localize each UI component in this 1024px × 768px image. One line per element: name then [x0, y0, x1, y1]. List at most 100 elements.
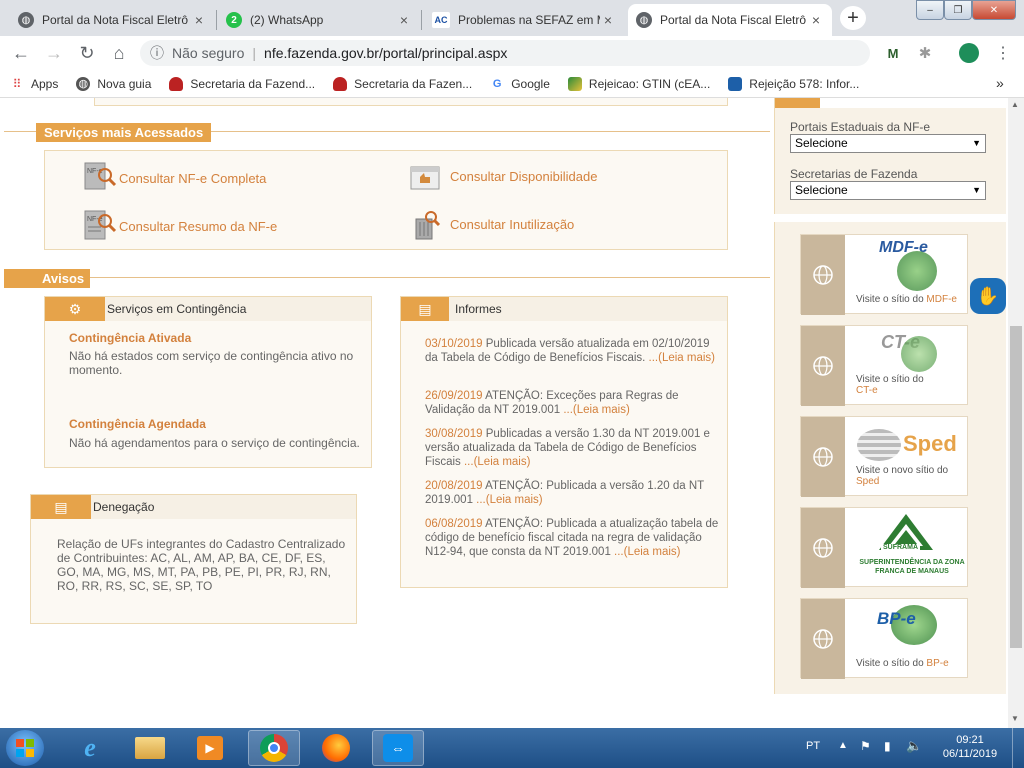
bookmark-rejeicao[interactable]: Rejeição 578: Infor... [728, 76, 859, 91]
sped-emblem [857, 429, 901, 461]
explorer-taskbar-button[interactable] [124, 730, 176, 766]
informes-panel: ▤ Informes 03/10/2019 Publicada versão a… [400, 296, 728, 588]
whatsapp-icon: 2 [226, 12, 242, 28]
bookmark-google[interactable]: G Google [490, 77, 550, 91]
leia-mais-link[interactable]: ...(Leia mais) [464, 456, 530, 468]
cte-visit-text: Visite o sítio do CT-e [856, 374, 924, 396]
extension-m-icon[interactable]: M [882, 42, 904, 64]
url-text[interactable]: nfe.fazenda.gov.br/portal/principal.aspx [264, 45, 507, 61]
accessibility-hands-icon[interactable]: ✋ [970, 278, 1006, 314]
gtin-icon [567, 76, 582, 91]
tab-nfe-portal-active[interactable]: ◍ Portal da Nota Fiscal Eletrô × [628, 4, 832, 36]
denegacao-header-text: Denegação [93, 500, 155, 514]
bookmark-apps[interactable]: ⠿ Apps [10, 76, 59, 91]
suframa-logo: SUFRAMA [881, 544, 920, 551]
tab-title: Portal da Nota Fiscal Eletrô [660, 13, 807, 27]
close-tab-icon[interactable]: × [396, 12, 412, 28]
new-tab-button[interactable]: + [840, 6, 866, 30]
firefox-icon [322, 734, 350, 762]
forward-arrow-icon[interactable]: → [43, 42, 65, 64]
globe-icon: ◍ [18, 12, 34, 28]
volume-icon[interactable]: 🔈 [906, 738, 922, 754]
informe-date: 26/09/2019 [425, 390, 483, 402]
ie-taskbar-button[interactable]: e [64, 730, 116, 766]
bookmarks-bar: ⠿ Apps ◍ Nova guia Secretaria da Fazend.… [0, 70, 1024, 98]
link-consultar-disponibilidade[interactable]: Consultar Disponibilidade [450, 169, 597, 184]
bookmark-label: Apps [31, 76, 59, 91]
reload-icon[interactable]: ↻ [76, 42, 98, 64]
bookmarks-overflow-icon[interactable]: » [996, 75, 1004, 91]
vertical-scrollbar[interactable]: ▲ ▼ [1008, 98, 1024, 728]
extension-puzzle-icon[interactable]: ✱ [914, 42, 936, 64]
teamviewer-taskbar-button[interactable]: ⇔ [372, 730, 424, 766]
restore-button[interactable]: ❐ [944, 0, 972, 20]
link-consultar-inutilizacao[interactable]: Consultar Inutilização [450, 217, 574, 232]
tab-nfe-portal-1[interactable]: ◍ Portal da Nota Fiscal Eletrô × [10, 4, 215, 36]
suframa-subtitle: SUPERINTENDÊNCIA DA ZONA FRANCA DE MANAU… [859, 559, 965, 575]
informe-item: 06/08/2019 ATENÇÃO: Publicada a atualiza… [425, 517, 721, 559]
secretarias-select-value: Selecione [795, 183, 848, 197]
clock[interactable]: 09:21 06/11/2019 [940, 733, 1000, 761]
start-button[interactable] [6, 730, 44, 766]
bookmark-gtin[interactable]: Rejeicao: GTIN (cEA... [567, 76, 710, 91]
secretarias-select[interactable]: Selecione ▼ [790, 181, 986, 200]
portais-select[interactable]: Selecione ▼ [790, 134, 986, 153]
banner-cte[interactable]: CT-e Visite o sítio do CT-e [800, 325, 968, 406]
banner-bpe[interactable]: BP-e Visite o sítio do BP-e [800, 598, 968, 679]
bookmark-secretaria-2[interactable]: Secretaria da Fazen... [333, 76, 472, 91]
link-consultar-resumo[interactable]: Consultar Resumo da NF-e [119, 219, 277, 234]
scroll-up-icon[interactable]: ▲ [1011, 100, 1019, 109]
action-center-flag-icon[interactable]: ⚑ [860, 739, 871, 753]
chrome-taskbar-button[interactable] [248, 730, 300, 766]
leia-mais-link[interactable]: ...(Leia mais) [649, 352, 715, 364]
bookmark-nova-guia[interactable]: ◍ Nova guia [76, 76, 151, 91]
contingencia-ativada-title: Contingência Ativada [69, 331, 192, 345]
scroll-thumb[interactable] [1010, 326, 1022, 648]
profile-avatar-icon[interactable] [958, 42, 980, 64]
close-tab-icon[interactable]: × [808, 12, 824, 28]
link-consultar-nfe-completa[interactable]: Consultar NF-e Completa [119, 171, 266, 186]
media-taskbar-button[interactable]: ▶ [184, 730, 236, 766]
bookmark-label: Secretaria da Fazend... [190, 76, 316, 91]
close-window-button[interactable]: ✕ [972, 0, 1016, 20]
close-tab-icon[interactable]: × [600, 12, 616, 28]
network-icon[interactable]: ▮ [884, 739, 891, 753]
banner-suframa[interactable]: SUFRAMA SUPERINTENDÊNCIA DA ZONA FRANCA … [800, 507, 968, 588]
show-hidden-icons[interactable]: ▲ [838, 740, 848, 751]
bookmark-secretaria-1[interactable]: Secretaria da Fazend... [169, 76, 316, 91]
language-indicator[interactable]: PT [806, 740, 820, 752]
menu-dots-icon[interactable]: ⋮ [992, 42, 1014, 64]
banner-mdfe[interactable]: MDF-e Visite o sítio do MDF-e [800, 234, 968, 315]
dropdown-arrow-icon: ▼ [972, 185, 981, 195]
firefox-taskbar-button[interactable] [310, 730, 362, 766]
minimize-button[interactable]: – [916, 0, 944, 20]
sped-logo: Sped [903, 431, 957, 456]
back-arrow-icon[interactable]: ← [10, 42, 32, 64]
rejeicao-icon [728, 76, 743, 91]
servicos-title: Serviços mais Acessados [36, 123, 212, 142]
media-player-icon: ▶ [197, 736, 223, 760]
show-desktop-button[interactable] [1012, 728, 1024, 768]
globe-icon [801, 599, 845, 679]
omnibox[interactable]: ⓘ Não seguro | nfe.fazenda.gov.br/portal… [140, 40, 870, 66]
section-line [4, 277, 770, 278]
info-icon[interactable]: ⓘ [150, 43, 164, 63]
leia-mais-link[interactable]: ...(Leia mais) [476, 494, 542, 506]
folder-icon [135, 737, 165, 759]
tab-title: Problemas na SEFAZ em M [458, 13, 600, 27]
globe-icon: ◍ [636, 12, 652, 28]
sefaz-icon [169, 76, 184, 91]
windows-taskbar: e ▶ ⇔ PT ▲ ⚑ ▮ 🔈 09:21 06/11/2019 [0, 728, 1024, 768]
banner-sped[interactable]: Sped Visite o novo sítio do Sped [800, 416, 968, 497]
close-tab-icon[interactable]: × [191, 12, 207, 28]
home-icon[interactable]: ⌂ [108, 42, 130, 64]
leia-mais-link[interactable]: ...(Leia mais) [563, 404, 629, 416]
tab-whatsapp[interactable]: 2 (2) WhatsApp × [218, 4, 420, 36]
denegacao-panel: ▤ Denegação Relação de UFs integrantes d… [30, 494, 357, 624]
top-partial-box [94, 98, 728, 106]
contingencia-agendada-text: Não há agendamentos para o serviço de co… [69, 436, 360, 450]
scroll-down-icon[interactable]: ▼ [1011, 714, 1019, 723]
leia-mais-link[interactable]: ...(Leia mais) [614, 546, 680, 558]
tab-problemas-sefaz[interactable]: AC Problemas na SEFAZ em M × [424, 4, 624, 36]
contingencia-ativada-text: Não há estados com serviço de contingênc… [69, 349, 354, 377]
